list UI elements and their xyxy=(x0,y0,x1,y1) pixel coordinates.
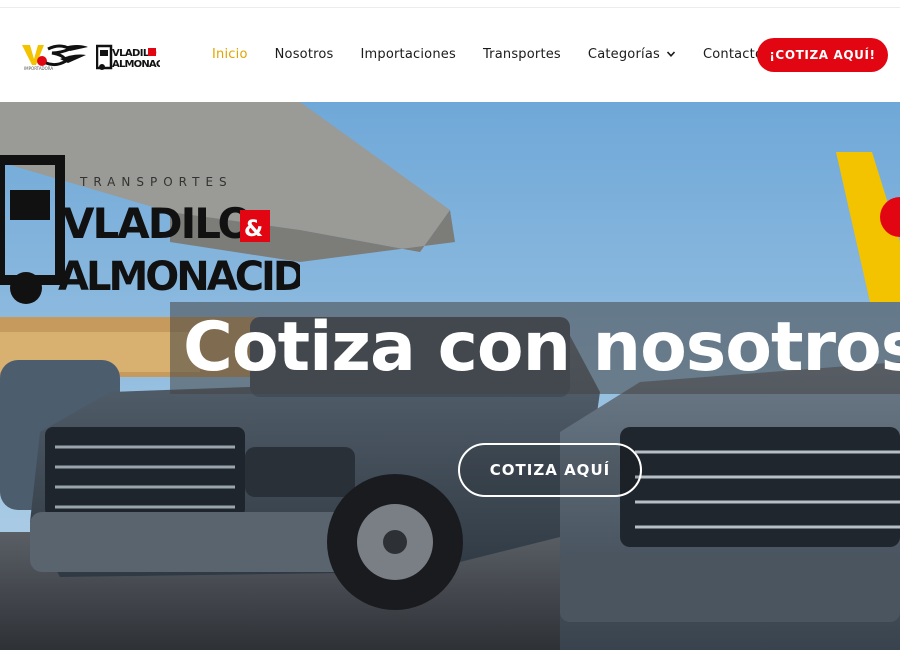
main-nav: Inicio Nosotros Importaciones Transporte… xyxy=(196,44,790,64)
banner-transportes-text: TRANSPORTES xyxy=(79,175,233,189)
nav-importaciones[interactable]: Importaciones xyxy=(361,47,456,62)
nav-nosotros[interactable]: Nosotros xyxy=(275,47,334,62)
nav-transportes[interactable]: Transportes xyxy=(483,47,561,62)
nav-categorias-label: Categorías xyxy=(587,46,660,62)
hero-title: Cotiza con nosotros xyxy=(183,308,900,387)
top-strip xyxy=(0,0,900,8)
svg-text:ALMONACID: ALMONACID xyxy=(112,59,160,70)
banner-amp-text: & xyxy=(244,217,263,242)
banner-line2-text: ALMONACID xyxy=(58,254,300,300)
logo-sub-text: IMPORTADORA xyxy=(24,66,53,71)
nav-categorias[interactable]: Categorías xyxy=(588,47,676,62)
vladilo-almonacid-logo[interactable]: VLADILO ALMONACID xyxy=(96,42,160,72)
chevron-down-icon xyxy=(666,51,676,57)
nav-inicio[interactable]: Inicio xyxy=(212,47,248,62)
site-header: IMPORTADORA VLADILO ALMONACID Inicio Nos… xyxy=(0,8,900,102)
vs-importadora-logo[interactable]: IMPORTADORA xyxy=(20,41,90,71)
transportes-banner: TRANSPORTES VLADILO & ALMONACID xyxy=(0,155,300,304)
cotiza-aqui-header-button[interactable]: ¡COTIZA AQUÍ! xyxy=(757,38,888,72)
hero-banner: TRANSPORTES VLADILO & ALMONACID Cotiza c… xyxy=(0,102,900,650)
cotiza-aqui-hero-button[interactable]: COTIZA AQUÍ xyxy=(458,443,642,497)
nav-contacto[interactable]: Contacto xyxy=(703,47,763,62)
banner-line1-text: VLADILO xyxy=(62,199,252,248)
